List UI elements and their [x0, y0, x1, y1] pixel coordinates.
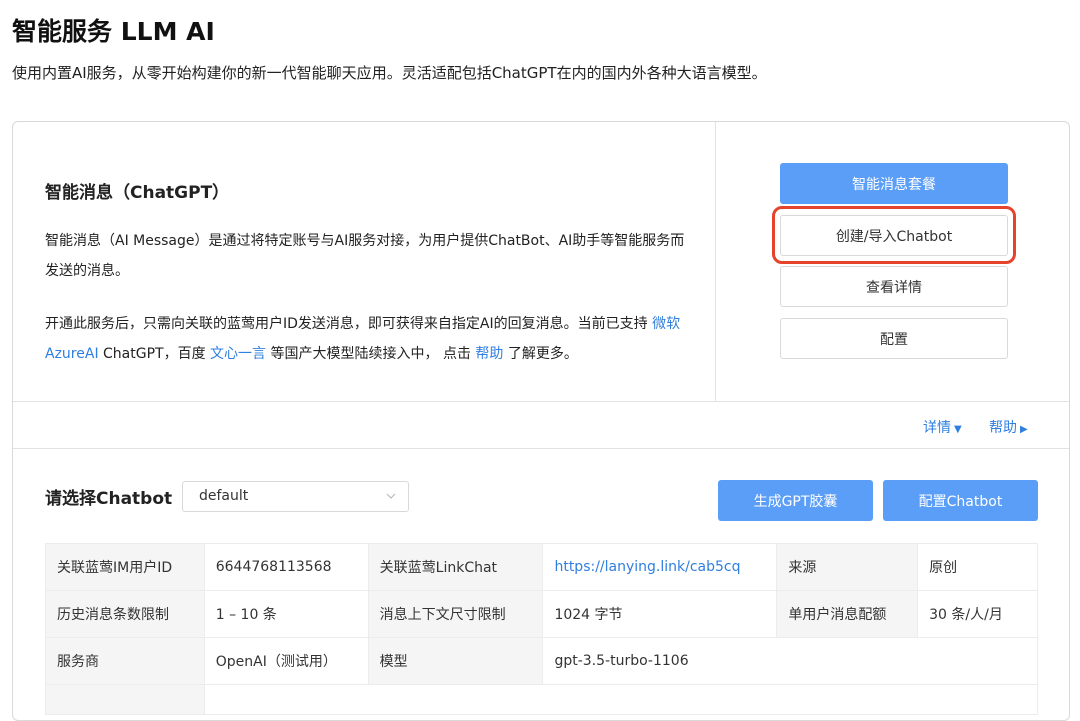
support-note-text-1: 开通此服务后，只需向关联的蓝莺用户ID发送消息，即可获得来自指定AI的回复消息。… [45, 316, 653, 332]
support-note-text-3: 等国产大模型陆续接入中， 点击 [266, 346, 476, 362]
caret-down-icon: ▼ [954, 424, 962, 435]
chatbot-select-value: default [199, 488, 249, 504]
service-card: 智能消息（ChatGPT） 智能消息（AI Message）是通过将特定账号与A… [12, 121, 1070, 721]
service-description: 智能消息（AI Message）是通过将特定账号与AI服务对接，为用户提供Cha… [45, 233, 685, 279]
caret-right-icon: ▶ [1020, 424, 1028, 435]
service-description-panel: 智能消息（ChatGPT） 智能消息（AI Message）是通过将特定账号与A… [13, 122, 716, 402]
help-link-inline[interactable]: 帮助 [475, 346, 503, 362]
config-button[interactable]: 配置 [780, 318, 1008, 359]
table-row [45, 684, 1039, 715]
table-label: 关联蓝莺LinkChat [367, 543, 544, 591]
message-package-button[interactable]: 智能消息套餐 [780, 163, 1008, 204]
table-row: 关联蓝莺IM用户ID 6644768113568 关联蓝莺LinkChat ht… [45, 543, 1038, 591]
wenxin-yiyan-link[interactable]: 文心一言 [210, 346, 266, 362]
detail-toggle-label: 详情 [923, 420, 951, 436]
service-title: 智能消息（ChatGPT） [45, 183, 230, 203]
table-label: 服务商 [45, 637, 205, 685]
linkchat-url-text[interactable]: https://lanying.link/cab5cq [554, 559, 740, 575]
service-support-note: 开通此服务后，只需向关联的蓝莺用户ID发送消息，即可获得来自指定AI的回复消息。… [45, 309, 695, 369]
generate-gpt-capsule-button[interactable]: 生成GPT胶囊 [718, 480, 873, 521]
help-link[interactable]: 帮助 ▶ [989, 417, 1028, 437]
table-label: 消息上下文尺寸限制 [367, 590, 544, 638]
view-details-button[interactable]: 查看详情 [780, 266, 1008, 307]
table-value [203, 684, 1039, 715]
table-label [45, 684, 205, 715]
chatbot-info-table: 关联蓝莺IM用户ID 6644768113568 关联蓝莺LinkChat ht… [45, 543, 1039, 715]
service-actions: 智能消息套餐 创建/导入Chatbot 查看详情 配置 [717, 122, 1069, 402]
table-label: 历史消息条数限制 [45, 590, 205, 638]
table-row: 服务商 OpenAI（测试用） 模型 gpt-3.5-turbo-1106 [45, 637, 1038, 685]
linkchat-url-link[interactable]: https://lanying.link/cab5cq [542, 543, 778, 591]
detail-toggle[interactable]: 详情 ▼ [923, 417, 962, 437]
table-value: 30 条/人/月 [917, 590, 1038, 638]
links-row: 详情 ▼ 帮助 ▶ [13, 403, 1069, 449]
table-value: 原创 [917, 543, 1038, 591]
table-label: 关联蓝莺IM用户ID [45, 543, 205, 591]
page-title: 智能服务 LLM AI [12, 17, 215, 46]
support-note-text-4: 了解更多。 [503, 346, 578, 362]
chatbot-select-label: 请选择Chatbot [45, 489, 173, 509]
table-value: 1024 字节 [542, 590, 778, 638]
config-chatbot-button[interactable]: 配置Chatbot [883, 480, 1038, 521]
table-value: 6644768113568 [203, 543, 369, 591]
create-import-chatbot-button[interactable]: 创建/导入Chatbot [780, 215, 1008, 256]
chatbot-select[interactable]: default [182, 481, 409, 512]
support-note-text-2: ChatGPT，百度 [98, 346, 211, 362]
chevron-down-icon [386, 493, 396, 499]
table-label: 单用户消息配额 [776, 590, 919, 638]
table-value: OpenAI（测试用） [203, 637, 369, 685]
table-row: 历史消息条数限制 1 – 10 条 消息上下文尺寸限制 1024 字节 单用户消… [45, 590, 1038, 638]
help-link-label: 帮助 [989, 420, 1017, 436]
table-value: 1 – 10 条 [203, 590, 369, 638]
table-label: 模型 [367, 637, 544, 685]
table-value: gpt-3.5-turbo-1106 [542, 637, 1038, 685]
table-label: 来源 [776, 543, 919, 591]
service-overview: 智能消息（ChatGPT） 智能消息（AI Message）是通过将特定账号与A… [13, 122, 1069, 402]
page-subtitle: 使用内置AI服务，从零开始构建你的新一代智能聊天应用。灵活适配包括ChatGPT… [12, 64, 767, 82]
